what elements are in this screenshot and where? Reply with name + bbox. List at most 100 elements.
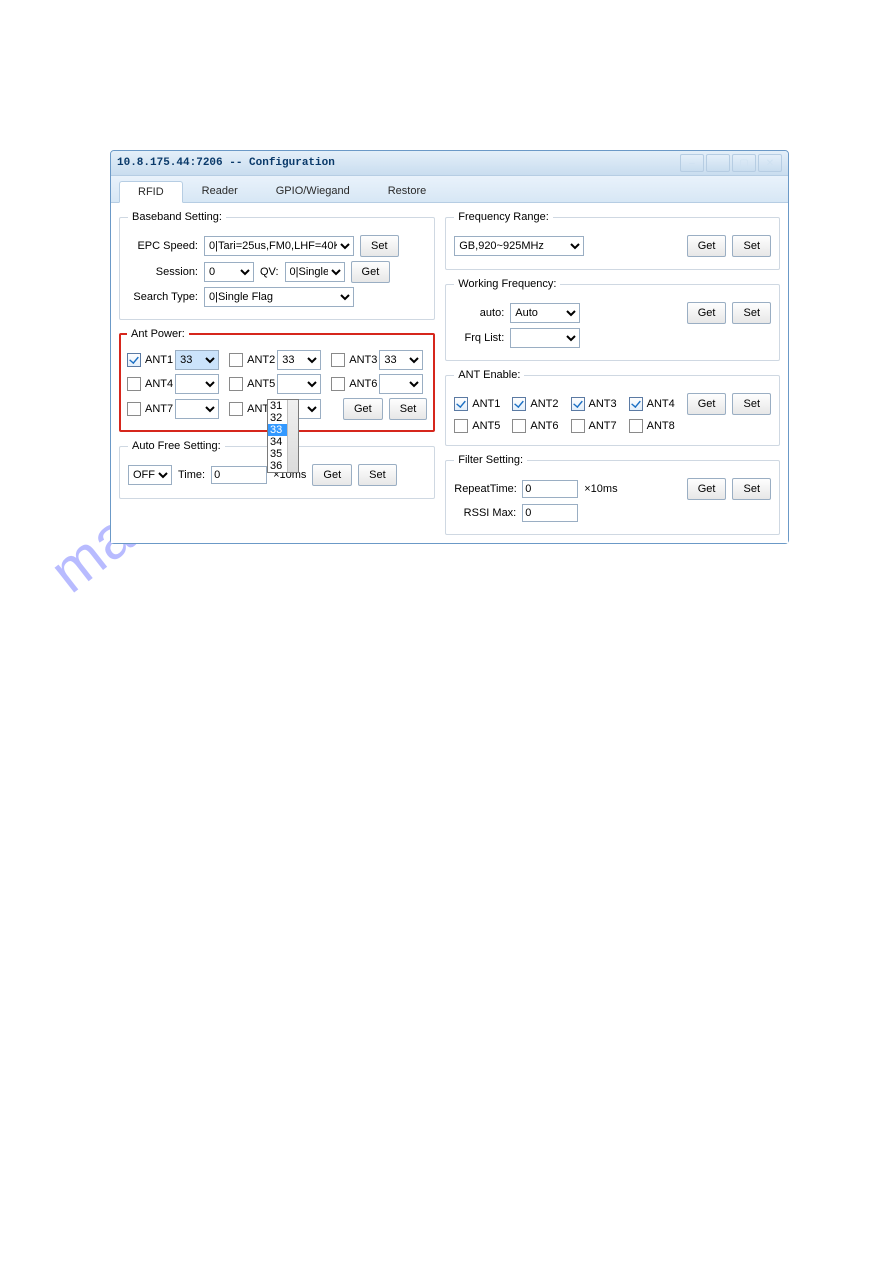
ant4-checkbox[interactable] <box>127 377 141 391</box>
antpower-legend: Ant Power: <box>127 328 189 340</box>
freqrange-get-button[interactable]: Get <box>687 235 727 257</box>
rssi-label: RSSI Max: <box>454 507 516 519</box>
ant3-checkbox[interactable] <box>331 353 345 367</box>
antenable-get-button[interactable]: Get <box>687 393 727 415</box>
ante-ant4-label: ANT4 <box>647 398 675 410</box>
ante-ant2-label: ANT2 <box>530 398 558 410</box>
epc-speed-select[interactable]: 0|Tari=25us,FM0,LHF=40KHz <box>204 236 354 256</box>
autofree-get-button[interactable]: Get <box>312 464 352 486</box>
ante-ant8-checkbox[interactable] <box>629 419 643 433</box>
baseband-group: Baseband Setting: EPC Speed: 0|Tari=25us… <box>119 211 435 320</box>
ant2-select[interactable]: 33 <box>277 350 321 370</box>
workingfreq-group: Working Frequency: auto: Auto Get Set Fr… <box>445 278 780 361</box>
close-icon[interactable]: ✕ <box>758 154 782 172</box>
window-title: 10.8.175.44:7206 -- Configuration <box>117 157 335 169</box>
qv-select[interactable]: 0|Single <box>285 262 345 282</box>
title-buttons: – _ ▢ ✕ <box>680 154 782 172</box>
antenable-legend: ANT Enable: <box>454 369 524 381</box>
ante-ant5-label: ANT5 <box>472 420 500 432</box>
repeat-input[interactable] <box>522 480 578 498</box>
ant1-label: ANT1 <box>145 354 173 366</box>
ant6-checkbox[interactable] <box>331 377 345 391</box>
ant6-select[interactable] <box>379 374 423 394</box>
auto-select[interactable]: Auto <box>510 303 580 323</box>
ant5-select[interactable] <box>277 374 321 394</box>
ant3-label: ANT3 <box>349 354 377 366</box>
tab-strip: RFID Reader GPIO/Wiegand Restore <box>111 176 788 203</box>
ant8-checkbox[interactable] <box>229 402 243 416</box>
ant1-dropdown-list[interactable]: 31 32 33 34 35 36 <box>267 399 299 473</box>
frqlist-select[interactable] <box>510 328 580 348</box>
epc-speed-label: EPC Speed: <box>128 240 198 252</box>
ant5-checkbox[interactable] <box>229 377 243 391</box>
filter-set-button[interactable]: Set <box>732 478 771 500</box>
ante-ant4-checkbox[interactable] <box>629 397 643 411</box>
autofree-off-select[interactable]: OFF <box>128 465 172 485</box>
freqrange-set-button[interactable]: Set <box>732 235 771 257</box>
titlebar[interactable]: 10.8.175.44:7206 -- Configuration – _ ▢ … <box>111 151 788 176</box>
baseband-get-button[interactable]: Get <box>351 261 391 283</box>
maximize-icon[interactable]: ▢ <box>732 154 756 172</box>
antenable-set-button[interactable]: Set <box>732 393 771 415</box>
ante-ant6-label: ANT6 <box>530 420 558 432</box>
ante-ant1-label: ANT1 <box>472 398 500 410</box>
ante-ant7-checkbox[interactable] <box>571 419 585 433</box>
ante-ant3-label: ANT3 <box>589 398 617 410</box>
ant6-label: ANT6 <box>349 378 377 390</box>
right-column: Frequency Range: GB,920~925MHz Get Set W… <box>445 211 780 535</box>
baseband-legend: Baseband Setting: <box>128 211 226 223</box>
freqrange-select[interactable]: GB,920~925MHz <box>454 236 584 256</box>
autofree-set-button[interactable]: Set <box>358 464 397 486</box>
freqrange-group: Frequency Range: GB,920~925MHz Get Set <box>445 211 780 270</box>
autofree-time-label: Time: <box>178 469 205 481</box>
frqlist-label: Frq List: <box>454 332 504 344</box>
session-select[interactable]: 0 <box>204 262 254 282</box>
ant2-checkbox[interactable] <box>229 353 243 367</box>
ante-ant6-checkbox[interactable] <box>512 419 526 433</box>
ant3-select[interactable]: 33 <box>379 350 423 370</box>
ant1-checkbox[interactable] <box>127 353 141 367</box>
ant7-select[interactable] <box>175 399 219 419</box>
session-label: Session: <box>128 266 198 278</box>
search-type-select[interactable]: 0|Single Flag <box>204 287 354 307</box>
tab-reader[interactable]: Reader <box>183 180 257 202</box>
scrollbar-icon[interactable] <box>287 400 298 472</box>
qv-label: QV: <box>260 266 279 278</box>
tab-rfid[interactable]: RFID <box>119 181 183 203</box>
filter-get-button[interactable]: Get <box>687 478 727 500</box>
ant7-checkbox[interactable] <box>127 402 141 416</box>
workingfreq-get-button[interactable]: Get <box>687 302 727 324</box>
auto-label: auto: <box>454 307 504 319</box>
filter-group: Filter Setting: RepeatTime: ×10ms Get Se… <box>445 454 780 535</box>
ant7-label: ANT7 <box>145 403 173 415</box>
ante-ant5-checkbox[interactable] <box>454 419 468 433</box>
ante-ant1-checkbox[interactable] <box>454 397 468 411</box>
filter-unit: ×10ms <box>584 483 617 495</box>
autofree-legend: Auto Free Setting: <box>128 440 225 452</box>
antpower-get-button[interactable]: Get <box>343 398 383 420</box>
ant4-select[interactable] <box>175 374 219 394</box>
search-type-label: Search Type: <box>128 291 198 303</box>
config-window: 10.8.175.44:7206 -- Configuration – _ ▢ … <box>110 150 789 544</box>
workingfreq-set-button[interactable]: Set <box>732 302 771 324</box>
content-area: Baseband Setting: EPC Speed: 0|Tari=25us… <box>111 203 788 543</box>
tab-gpio[interactable]: GPIO/Wiegand <box>257 180 369 202</box>
rssi-input[interactable] <box>522 504 578 522</box>
min2-icon[interactable]: _ <box>706 154 730 172</box>
minimize-icon[interactable]: – <box>680 154 704 172</box>
antenable-group: ANT Enable: ANT1 ANT2 ANT3 ANT4 Get Set … <box>445 369 780 446</box>
antpower-set-button[interactable]: Set <box>389 398 428 420</box>
ante-ant3-checkbox[interactable] <box>571 397 585 411</box>
baseband-set-button[interactable]: Set <box>360 235 399 257</box>
tab-restore[interactable]: Restore <box>369 180 446 202</box>
left-column: Baseband Setting: EPC Speed: 0|Tari=25us… <box>119 211 435 535</box>
ant2-label: ANT2 <box>247 354 275 366</box>
ante-ant2-checkbox[interactable] <box>512 397 526 411</box>
ant5-label: ANT5 <box>247 378 275 390</box>
ant4-label: ANT4 <box>145 378 173 390</box>
filter-legend: Filter Setting: <box>454 454 527 466</box>
ant1-select[interactable]: 33 <box>175 350 219 370</box>
autofree-time-input[interactable] <box>211 466 267 484</box>
workingfreq-legend: Working Frequency: <box>454 278 560 290</box>
ante-ant8-label: ANT8 <box>647 420 675 432</box>
